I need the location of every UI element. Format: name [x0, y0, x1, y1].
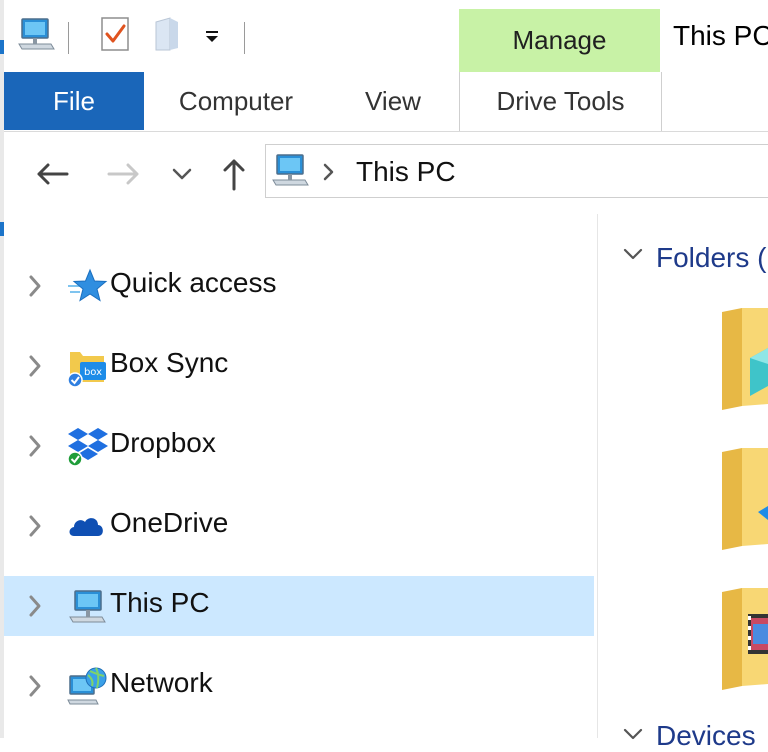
toolbar-separator	[68, 22, 69, 54]
devices-section-header[interactable]: Devices	[656, 720, 756, 752]
background-window-accent	[0, 40, 4, 54]
box-folder-icon: box	[67, 352, 106, 388]
breadcrumb-this-pc[interactable]: This PC	[356, 156, 456, 188]
nav-item-label: Network	[110, 667, 213, 698]
tab-file[interactable]: File	[4, 72, 144, 130]
forward-button[interactable]	[104, 154, 144, 194]
network-globe-icon	[67, 667, 107, 705]
back-arrow-icon	[37, 163, 69, 185]
this-pc-icon	[270, 152, 310, 195]
new-folder-icon[interactable]	[150, 14, 184, 59]
up-button[interactable]	[214, 154, 254, 194]
up-arrow-icon	[223, 159, 245, 191]
properties-icon[interactable]	[98, 14, 132, 59]
dropbox-icon	[67, 428, 108, 467]
svg-text:box: box	[84, 367, 102, 378]
tab-drive-tools[interactable]: Drive Tools	[459, 72, 662, 131]
folder-item[interactable]	[720, 586, 768, 690]
nav-item-this-pc[interactable]: This PC	[4, 576, 594, 636]
expand-chevron-icon[interactable]	[26, 512, 44, 540]
folder-item[interactable]	[720, 306, 768, 410]
star-icon	[68, 268, 108, 302]
documents-folder-icon	[722, 448, 768, 550]
section-collapse-chevron-icon[interactable]	[622, 246, 644, 267]
nav-item-label: Dropbox	[110, 427, 216, 458]
nav-item-label: OneDrive	[110, 507, 229, 538]
tab-view[interactable]: View	[340, 72, 446, 130]
expand-chevron-icon[interactable]	[26, 672, 44, 700]
nav-item-quick-access[interactable]: Quick access	[4, 256, 594, 316]
onedrive-cloud-icon	[69, 518, 103, 536]
breadcrumb-chevron-icon[interactable]	[322, 162, 336, 187]
ribbon-divider	[4, 131, 768, 132]
toolbar-separator	[244, 22, 245, 54]
back-button[interactable]	[32, 154, 72, 194]
manage-contextual-tab[interactable]: Manage	[459, 9, 660, 72]
nav-item-onedrive[interactable]: OneDrive	[4, 496, 594, 556]
folders-section-header[interactable]: Folders (	[656, 242, 766, 274]
this-pc-window-icon[interactable]	[16, 14, 56, 59]
nav-item-label: Box Sync	[110, 347, 229, 378]
customize-toolbar-dropdown-icon[interactable]	[204, 30, 220, 49]
pane-divider	[597, 214, 598, 738]
chevron-down-icon	[172, 168, 192, 180]
expand-chevron-icon[interactable]	[26, 352, 44, 380]
folder-item[interactable]	[720, 446, 768, 550]
nav-item-dropbox[interactable]: Dropbox	[4, 416, 594, 476]
tab-computer[interactable]: Computer	[160, 72, 312, 130]
forward-arrow-icon	[107, 163, 139, 185]
computer-icon	[69, 590, 106, 623]
nav-item-label: Quick access	[110, 267, 277, 298]
nav-item-box-sync[interactable]: box Box Sync	[4, 336, 594, 396]
desktop-folder-icon	[722, 308, 768, 410]
videos-folder-icon	[722, 588, 768, 690]
nav-item-network[interactable]: Network	[4, 656, 594, 716]
nav-item-label: This PC	[110, 587, 210, 618]
window-title: This PC	[673, 20, 768, 51]
background-window-accent	[0, 222, 4, 236]
address-bar[interactable]	[265, 144, 768, 198]
expand-chevron-icon[interactable]	[26, 592, 44, 620]
expand-chevron-icon[interactable]	[26, 272, 44, 300]
recent-locations-button[interactable]	[162, 154, 202, 194]
expand-chevron-icon[interactable]	[26, 432, 44, 460]
section-collapse-chevron-icon[interactable]	[622, 726, 644, 747]
